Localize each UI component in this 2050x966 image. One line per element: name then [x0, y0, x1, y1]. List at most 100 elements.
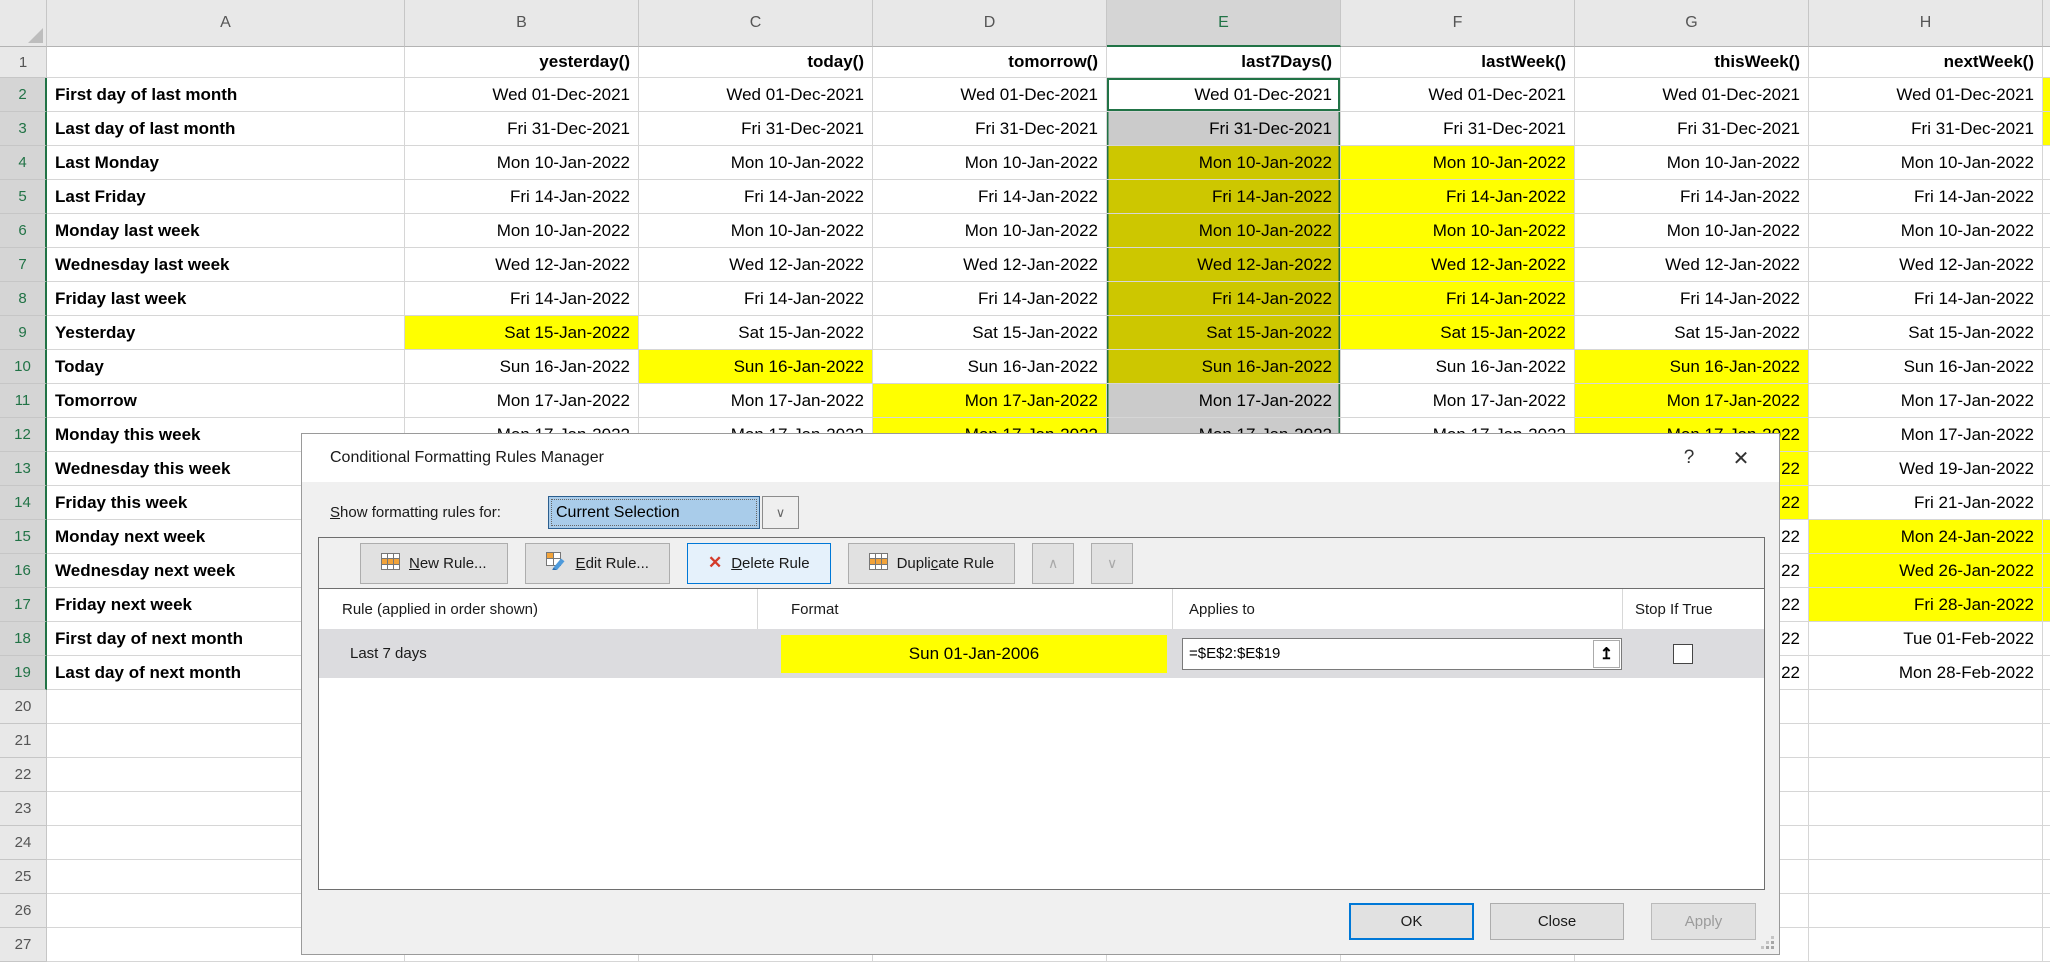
rule-row[interactable]: Last 7 days Sun 01-Jan-2006 ↥	[319, 629, 1764, 678]
close-button[interactable]: Close	[1490, 903, 1624, 940]
cell-A2[interactable]: First day of last month	[47, 78, 405, 112]
cell-C2[interactable]: Wed 01-Dec-2021	[639, 78, 873, 112]
cell-D3[interactable]: Fri 31-Dec-2021	[873, 112, 1107, 146]
cell-I19[interactable]	[2043, 656, 2050, 690]
close-icon[interactable]: ✕	[1715, 434, 1767, 482]
duplicate-rule-button[interactable]: Duplicate Rule	[848, 543, 1016, 584]
cell-E6[interactable]: Mon 10-Jan-2022	[1107, 214, 1341, 248]
row-header-7[interactable]: 7	[0, 248, 47, 282]
cell-D4[interactable]: Mon 10-Jan-2022	[873, 146, 1107, 180]
cell-I8[interactable]	[2043, 282, 2050, 316]
cell-B10[interactable]: Sun 16-Jan-2022	[405, 350, 639, 384]
row-header-8[interactable]: 8	[0, 282, 47, 316]
column-header-D[interactable]: D	[873, 0, 1107, 47]
cell-G8[interactable]: Fri 14-Jan-2022	[1575, 282, 1809, 316]
cell-C5[interactable]: Fri 14-Jan-2022	[639, 180, 873, 214]
column-header-E[interactable]: E	[1107, 0, 1341, 47]
cell-E3[interactable]: Fri 31-Dec-2021	[1107, 112, 1341, 146]
cell-C8[interactable]: Fri 14-Jan-2022	[639, 282, 873, 316]
cell-B11[interactable]: Mon 17-Jan-2022	[405, 384, 639, 418]
cell-H18[interactable]: Tue 01-Feb-2022	[1809, 622, 2043, 656]
scope-dropdown[interactable]: Current Selection ∨	[548, 496, 799, 529]
cell-H15[interactable]: Mon 24-Jan-2022	[1809, 520, 2043, 554]
cell-I1[interactable]	[2043, 47, 2050, 78]
cell-C3[interactable]: Fri 31-Dec-2021	[639, 112, 873, 146]
cell-I26[interactable]	[2043, 894, 2050, 928]
row-header-12[interactable]: 12	[0, 418, 47, 452]
cell-I14[interactable]	[2043, 486, 2050, 520]
cell-A10[interactable]: Today	[47, 350, 405, 384]
cell-C6[interactable]: Mon 10-Jan-2022	[639, 214, 873, 248]
help-icon[interactable]: ?	[1663, 434, 1715, 482]
cell-E11[interactable]: Mon 17-Jan-2022	[1107, 384, 1341, 418]
cell-H5[interactable]: Fri 14-Jan-2022	[1809, 180, 2043, 214]
cell-H14[interactable]: Fri 21-Jan-2022	[1809, 486, 2043, 520]
cell-D8[interactable]: Fri 14-Jan-2022	[873, 282, 1107, 316]
cell-D10[interactable]: Sun 16-Jan-2022	[873, 350, 1107, 384]
cell-E5[interactable]: Fri 14-Jan-2022	[1107, 180, 1341, 214]
row-header-6[interactable]: 6	[0, 214, 47, 248]
cell-F1[interactable]: lastWeek()	[1341, 47, 1575, 78]
cell-G11[interactable]: Mon 17-Jan-2022	[1575, 384, 1809, 418]
move-rule-up-button[interactable]: ∧	[1032, 543, 1074, 584]
cell-I22[interactable]	[2043, 758, 2050, 792]
cell-B4[interactable]: Mon 10-Jan-2022	[405, 146, 639, 180]
apply-button[interactable]: Apply	[1651, 903, 1756, 940]
cell-A1[interactable]	[47, 47, 405, 78]
scope-dropdown-value[interactable]: Current Selection	[548, 496, 760, 529]
cell-B1[interactable]: yesterday()	[405, 47, 639, 78]
cell-H19[interactable]: Mon 28-Feb-2022	[1809, 656, 2043, 690]
column-header-G[interactable]: G	[1575, 0, 1809, 47]
row-header-17[interactable]: 17	[0, 588, 47, 622]
row-header-22[interactable]: 22	[0, 758, 47, 792]
cell-D11[interactable]: Mon 17-Jan-2022	[873, 384, 1107, 418]
row-header-10[interactable]: 10	[0, 350, 47, 384]
cell-I3[interactable]	[2043, 112, 2050, 146]
new-rule-button[interactable]: New Rule...	[360, 543, 508, 584]
cell-F3[interactable]: Fri 31-Dec-2021	[1341, 112, 1575, 146]
collapse-dialog-icon[interactable]: ↥	[1593, 640, 1620, 668]
cell-D6[interactable]: Mon 10-Jan-2022	[873, 214, 1107, 248]
cell-H4[interactable]: Mon 10-Jan-2022	[1809, 146, 2043, 180]
row-header-2[interactable]: 2	[0, 78, 47, 112]
row-header-3[interactable]: 3	[0, 112, 47, 146]
cell-F5[interactable]: Fri 14-Jan-2022	[1341, 180, 1575, 214]
cell-E8[interactable]: Fri 14-Jan-2022	[1107, 282, 1341, 316]
cell-C11[interactable]: Mon 17-Jan-2022	[639, 384, 873, 418]
cell-H6[interactable]: Mon 10-Jan-2022	[1809, 214, 2043, 248]
cell-C4[interactable]: Mon 10-Jan-2022	[639, 146, 873, 180]
cell-A8[interactable]: Friday last week	[47, 282, 405, 316]
cell-H25[interactable]	[1809, 860, 2043, 894]
ok-button[interactable]: OK	[1349, 903, 1474, 940]
row-header-27[interactable]: 27	[0, 928, 47, 962]
cell-H16[interactable]: Wed 26-Jan-2022	[1809, 554, 2043, 588]
row-header-19[interactable]: 19	[0, 656, 47, 690]
cell-I6[interactable]	[2043, 214, 2050, 248]
cell-A5[interactable]: Last Friday	[47, 180, 405, 214]
cell-I5[interactable]	[2043, 180, 2050, 214]
column-header-I[interactable]	[2043, 0, 2050, 47]
cell-I4[interactable]	[2043, 146, 2050, 180]
cell-H3[interactable]: Fri 31-Dec-2021	[1809, 112, 2043, 146]
row-header-4[interactable]: 4	[0, 146, 47, 180]
select-all-corner[interactable]	[0, 0, 47, 47]
move-rule-down-button[interactable]: ∨	[1091, 543, 1133, 584]
cell-H21[interactable]	[1809, 724, 2043, 758]
cell-B7[interactable]: Wed 12-Jan-2022	[405, 248, 639, 282]
row-header-21[interactable]: 21	[0, 724, 47, 758]
cell-E2[interactable]: Wed 01-Dec-2021	[1107, 78, 1341, 112]
cell-C9[interactable]: Sat 15-Jan-2022	[639, 316, 873, 350]
cell-H24[interactable]	[1809, 826, 2043, 860]
cell-A11[interactable]: Tomorrow	[47, 384, 405, 418]
cell-I24[interactable]	[2043, 826, 2050, 860]
cell-C1[interactable]: today()	[639, 47, 873, 78]
cell-F11[interactable]: Mon 17-Jan-2022	[1341, 384, 1575, 418]
cell-G9[interactable]: Sat 15-Jan-2022	[1575, 316, 1809, 350]
cell-G3[interactable]: Fri 31-Dec-2021	[1575, 112, 1809, 146]
cell-F6[interactable]: Mon 10-Jan-2022	[1341, 214, 1575, 248]
row-header-20[interactable]: 20	[0, 690, 47, 724]
cell-G6[interactable]: Mon 10-Jan-2022	[1575, 214, 1809, 248]
cell-F8[interactable]: Fri 14-Jan-2022	[1341, 282, 1575, 316]
cell-I10[interactable]	[2043, 350, 2050, 384]
cell-G10[interactable]: Sun 16-Jan-2022	[1575, 350, 1809, 384]
